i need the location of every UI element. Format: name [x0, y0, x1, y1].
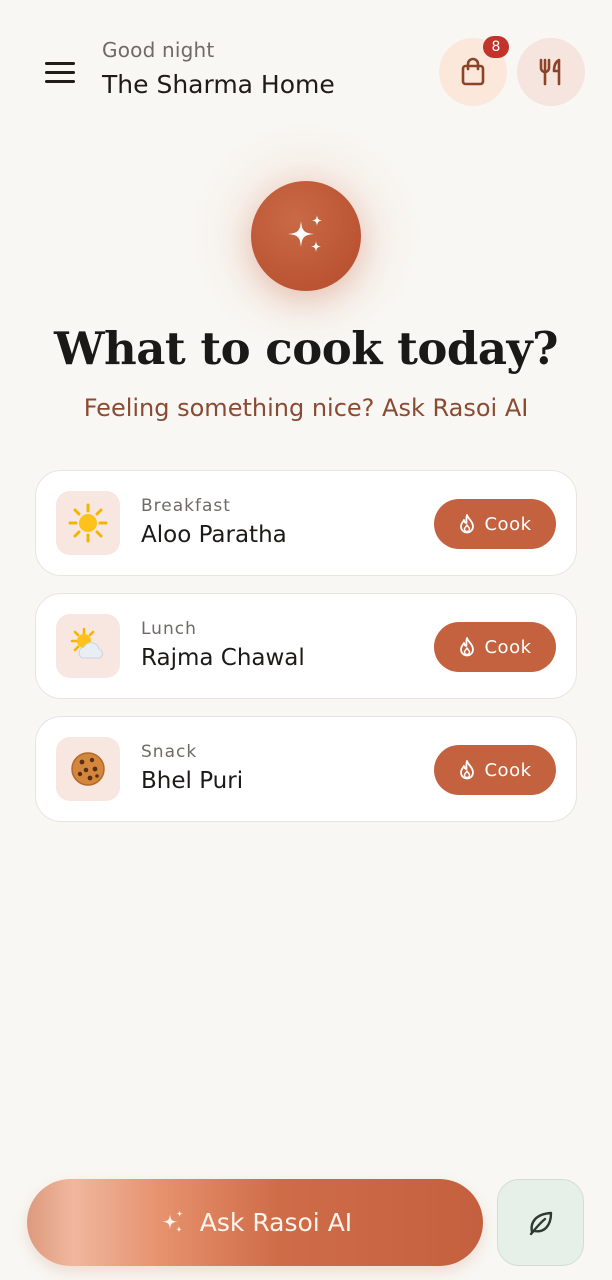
sun-emoji-icon: [56, 491, 120, 555]
cook-button[interactable]: Cook: [434, 622, 556, 672]
meal-name: Aloo Paratha: [141, 522, 287, 548]
sparkles-icon: [161, 1209, 183, 1233]
meal-type-label: Breakfast: [141, 496, 231, 516]
shopping-bag-button[interactable]: 8: [439, 36, 509, 106]
ask-rasoi-ai-button[interactable]: Ask Rasoi AI: [27, 1179, 483, 1266]
utensils-icon: [539, 58, 561, 86]
meal-type-label: Lunch: [141, 619, 197, 639]
cart-count-badge: 8: [483, 36, 509, 58]
cook-button[interactable]: Cook: [434, 499, 556, 549]
cook-label: Cook: [484, 636, 532, 658]
sparkles-icon: [288, 215, 322, 252]
meal-card-snack[interactable]: Snack Bhel Puri Cook: [35, 716, 577, 822]
leaf-icon: [529, 1211, 552, 1235]
utensils-button[interactable]: [517, 38, 585, 106]
cook-label: Cook: [484, 513, 532, 535]
cookie-emoji-icon: [56, 737, 120, 801]
page-title: What to cook today?: [53, 322, 559, 375]
app-header: Good night The Sharma Home 8: [0, 0, 612, 130]
meal-card-lunch[interactable]: Lunch Rajma Chawal Cook: [35, 593, 577, 699]
ask-rasoi-ai-label: Ask Rasoi AI: [199, 1208, 353, 1237]
meal-card-breakfast[interactable]: Breakfast Aloo Paratha Cook: [35, 470, 577, 576]
leaf-button[interactable]: [497, 1179, 584, 1266]
page-subtitle: Feeling something nice? Ask Rasoi AI: [83, 394, 529, 422]
home-name: The Sharma Home: [102, 70, 335, 99]
cook-button[interactable]: Cook: [434, 745, 556, 795]
cook-label: Cook: [484, 759, 532, 781]
meal-name: Bhel Puri: [141, 768, 244, 794]
meal-type-label: Snack: [141, 742, 198, 762]
flame-icon: [460, 514, 475, 534]
shopping-bag-icon: [461, 57, 485, 86]
sun-behind-cloud-emoji-icon: [56, 614, 120, 678]
greeting-text: Good night: [102, 38, 215, 62]
hero-sparkles-badge: [251, 181, 361, 291]
flame-icon: [460, 637, 475, 657]
meal-name: Rajma Chawal: [141, 645, 305, 671]
flame-icon: [460, 760, 475, 780]
menu-icon[interactable]: [42, 58, 78, 88]
